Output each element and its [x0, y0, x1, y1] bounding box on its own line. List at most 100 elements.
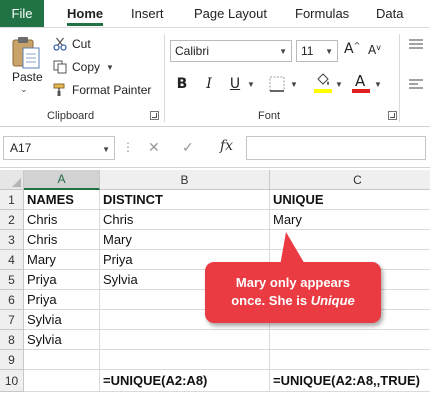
copy-button[interactable]: Copy ▼ [52, 58, 114, 76]
row-header[interactable]: 9 [0, 350, 24, 370]
font-color-button[interactable]: A [352, 72, 370, 94]
cell-c1[interactable]: UNIQUE [270, 190, 430, 210]
fill-color-button[interactable] [314, 72, 332, 94]
borders-icon [269, 76, 285, 92]
row-header[interactable]: 1 [0, 190, 24, 210]
row-header[interactable]: 4 [0, 250, 24, 270]
tab-insert[interactable]: Insert [131, 0, 164, 27]
font-launcher-icon[interactable] [388, 111, 397, 120]
paintbrush-icon [52, 82, 68, 98]
cell-b1[interactable]: DISTINCT [100, 190, 270, 210]
shrink-font-button[interactable]: Av [368, 43, 381, 57]
cell-b2[interactable]: Chris [100, 210, 270, 230]
column-header-b[interactable]: B [100, 170, 270, 190]
tab-file[interactable]: File [0, 0, 44, 27]
cut-button[interactable]: Cut [52, 35, 91, 53]
formula-bar: A17 ▼ ⋮ ✕ ✓ fx [0, 128, 430, 168]
font-color-swatch [352, 89, 370, 93]
cell-b8[interactable] [100, 330, 270, 350]
caret-up-icon: ^ [353, 41, 361, 50]
chevron-down-icon: ▼ [325, 47, 333, 56]
cut-label: Cut [72, 37, 91, 51]
format-painter-label: Format Painter [72, 83, 152, 97]
name-box[interactable]: A17 ▼ [3, 136, 115, 160]
confirm-icon[interactable]: ✓ [182, 139, 194, 156]
cell-c2[interactable]: Mary [270, 210, 430, 230]
ribbon-tab-bar: File Home Insert Page Layout Formulas Da… [0, 0, 430, 27]
italic-button[interactable]: I [199, 74, 219, 94]
cell-a8[interactable]: Sylvia [24, 330, 100, 350]
format-painter-button[interactable]: Format Painter [52, 81, 151, 99]
paste-icon [12, 37, 40, 69]
clipboard-group-label: Clipboard [47, 110, 95, 122]
row-header[interactable]: 8 [0, 330, 24, 350]
grow-font-button[interactable]: A^ [344, 41, 360, 57]
chevron-down-icon[interactable]: ▼ [106, 63, 114, 72]
cell-a1[interactable]: NAMES [24, 190, 100, 210]
callout-line-2-text: once. She is [231, 293, 311, 308]
cell-b10[interactable]: =UNIQUE(A2:A8) [100, 370, 270, 392]
annotation-callout: Mary only appears once. She is Unique [205, 262, 381, 323]
underline-button[interactable]: U [225, 74, 245, 94]
callout-emphasis: Unique [310, 293, 355, 308]
cell-a2[interactable]: Chris [24, 210, 100, 230]
callout-pointer [280, 232, 306, 266]
column-header-a[interactable]: A [24, 170, 100, 190]
chevron-down-icon[interactable]: ▼ [335, 80, 343, 89]
cell-a7[interactable]: Sylvia [24, 310, 100, 330]
chevron-down-icon[interactable]: ▼ [374, 80, 382, 89]
more-icon: ⋮ [122, 140, 134, 154]
row-header[interactable]: 6 [0, 290, 24, 310]
cell-b9[interactable] [100, 350, 270, 370]
bold-button[interactable]: B [172, 74, 192, 94]
insert-function-button[interactable]: fx [220, 138, 233, 154]
paint-bucket-icon [317, 73, 329, 85]
cell-a10[interactable] [24, 370, 100, 392]
cell-a9[interactable] [24, 350, 100, 370]
paste-label: Paste [12, 70, 43, 84]
grow-font-glyph: A [344, 41, 354, 57]
cell-a6[interactable]: Priya [24, 290, 100, 310]
highlight-color-swatch [314, 89, 332, 93]
row-header[interactable]: 10 [0, 370, 24, 392]
cancel-icon[interactable]: ✕ [148, 139, 160, 156]
row-header[interactable]: 7 [0, 310, 24, 330]
tab-page-layout[interactable]: Page Layout [194, 0, 267, 27]
copy-icon [52, 59, 68, 75]
column-header-c[interactable]: C [270, 170, 430, 190]
cell-a3[interactable]: Chris [24, 230, 100, 250]
group-divider [399, 34, 400, 122]
row-header[interactable]: 3 [0, 230, 24, 250]
chevron-down-icon: ▼ [279, 47, 287, 56]
scissors-icon [52, 36, 68, 52]
select-all-button[interactable] [0, 170, 24, 190]
clipboard-launcher-icon[interactable] [150, 111, 159, 120]
cell-b3[interactable]: Mary [100, 230, 270, 250]
align-top-icon[interactable] [408, 38, 424, 52]
chevron-down-icon: ▼ [102, 145, 110, 154]
cell-a5[interactable]: Priya [24, 270, 100, 290]
row-header[interactable]: 5 [0, 270, 24, 290]
shrink-font-glyph: A [368, 43, 377, 57]
chevron-down-icon: ⌄ [20, 84, 28, 94]
callout-line-2: once. She is Unique [205, 292, 381, 310]
tab-home[interactable]: Home [67, 0, 104, 27]
tab-data[interactable]: Data [376, 0, 403, 27]
chevron-down-icon[interactable]: ▼ [290, 80, 298, 89]
font-name-select[interactable]: Calibri ▼ [170, 40, 292, 62]
cell-c8[interactable] [270, 330, 430, 350]
borders-button[interactable] [268, 75, 286, 93]
font-name-value: Calibri [175, 44, 210, 58]
chevron-down-icon[interactable]: ▼ [247, 80, 255, 89]
font-size-select[interactable]: 11 ▼ [296, 40, 338, 62]
cell-a4[interactable]: Mary [24, 250, 100, 270]
cell-c9[interactable] [270, 350, 430, 370]
formula-input[interactable] [246, 136, 426, 160]
tab-formulas[interactable]: Formulas [295, 0, 349, 27]
cell-c10[interactable]: =UNIQUE(A2:A8,,TRUE) [270, 370, 430, 392]
group-divider [164, 34, 165, 122]
callout-line-1: Mary only appears [235, 275, 351, 290]
align-left-icon[interactable] [408, 78, 424, 92]
ribbon: Paste ⌄ Cut Copy ▼ Format Painter Clipbo… [0, 27, 430, 127]
row-header[interactable]: 2 [0, 210, 24, 230]
